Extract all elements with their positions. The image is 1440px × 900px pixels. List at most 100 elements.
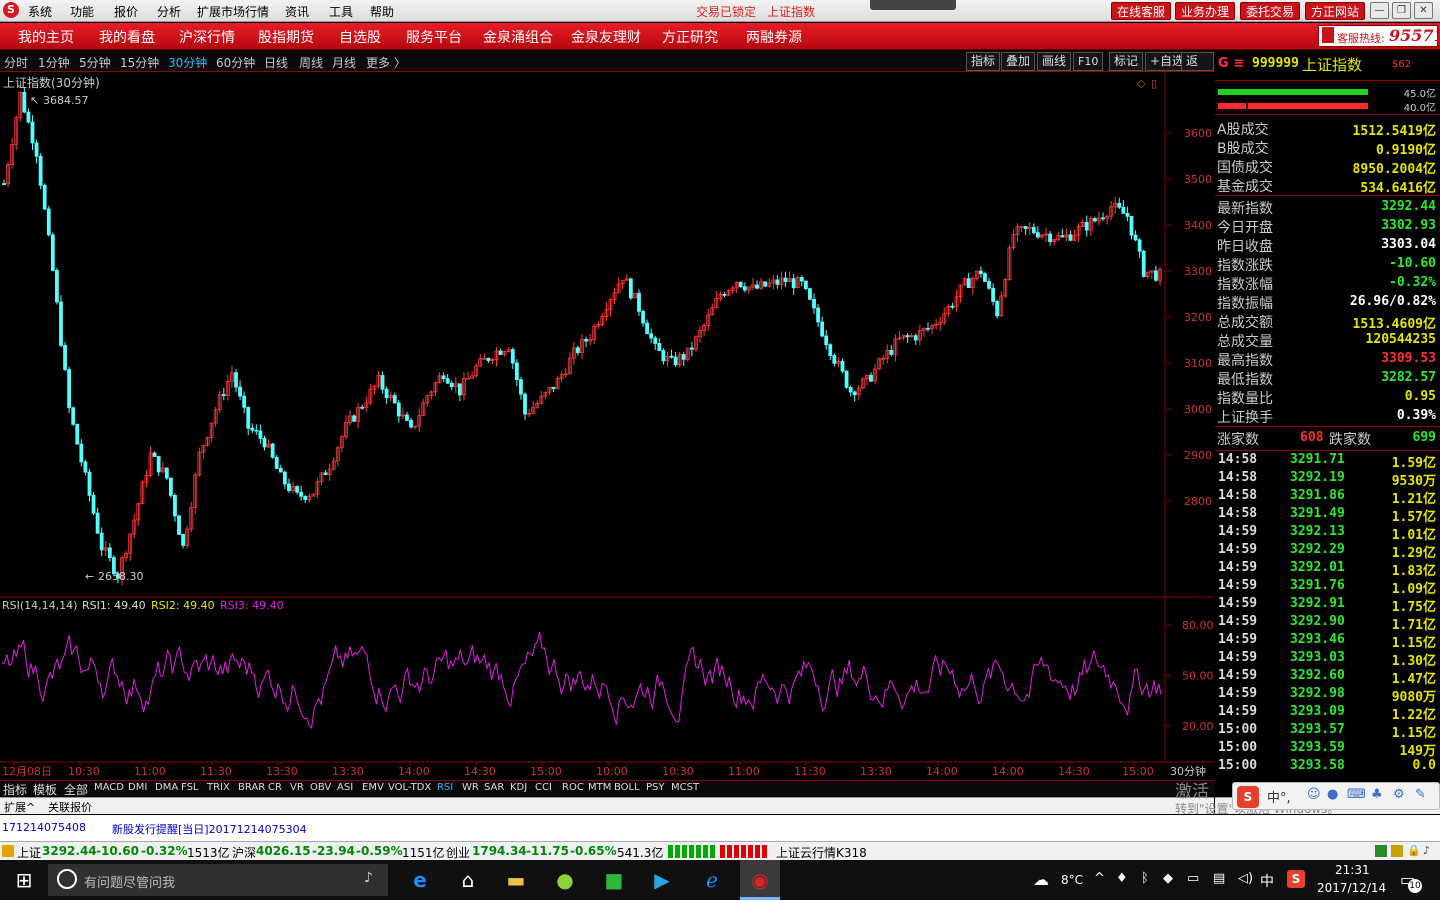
windows-start-icon[interactable]: ⊞ (4, 866, 44, 894)
related-quote-button[interactable]: 关联报价 (48, 799, 92, 815)
tool-mark-button[interactable]: 标记 (1109, 52, 1144, 71)
tf-daily[interactable]: 日线 (264, 54, 288, 71)
stock-app-icon[interactable]: ◉ (740, 860, 780, 900)
tf-weekly[interactable]: 周线 (299, 54, 323, 71)
indicator-tab-mtm[interactable]: MTM (588, 782, 611, 793)
online-service-button[interactable]: 在线客服 (1111, 2, 1172, 20)
indicator-tab-brar[interactable]: BRAR (238, 782, 265, 793)
indicator-tab-mcst[interactable]: MCST (671, 782, 699, 793)
indicator-tab-cci[interactable]: CCI (535, 782, 552, 793)
menu-quote[interactable]: 报价 (114, 3, 138, 20)
display-icon[interactable]: ▭ (1187, 871, 1199, 886)
tf-60min[interactable]: 60分钟 (216, 54, 255, 71)
cloud-quote-label[interactable]: 上证云行情K318 (776, 844, 867, 861)
indicator-tab-dma[interactable]: DMA (155, 782, 178, 793)
trade-lock-status[interactable]: 交易已锁定 (696, 3, 756, 20)
indicator-tab-wr[interactable]: WR (462, 782, 479, 793)
indicator-tab-模板[interactable]: 模板 (33, 781, 57, 798)
nav-my-view[interactable]: 我的看盘 (99, 27, 155, 47)
minimize-icon[interactable]: — (1370, 2, 1389, 19)
clock-date[interactable]: 2017/12/14 (1317, 881, 1386, 895)
trade-button[interactable]: 委托交易 (1240, 2, 1301, 20)
search-box[interactable]: 有问题尽管问我 ♪ (48, 864, 388, 896)
nav-margin[interactable]: 两融券源 (746, 27, 802, 47)
indicator-tab-asi[interactable]: ASI (337, 782, 353, 793)
app-ball-icon[interactable]: ● (545, 866, 585, 894)
toolbar-handle[interactable] (870, 0, 956, 10)
nav-research[interactable]: 方正研究 (662, 27, 718, 47)
restore-icon[interactable]: ❐ (1392, 2, 1411, 19)
indicator-tab-sar[interactable]: SAR (484, 782, 504, 793)
ime-toolbar[interactable]: S 中°, ☺ ● ⌨ ♣ ⚙ ✎ (1232, 782, 1440, 810)
indicator-tab-emv[interactable]: EMV (362, 782, 384, 793)
tools-icon[interactable]: ✎ (1415, 787, 1426, 802)
network-icon[interactable]: ▤ (1213, 871, 1225, 886)
folder-icon[interactable]: ▬ (496, 866, 536, 894)
nav-shsz-market[interactable]: 沪深行情 (179, 27, 235, 47)
tf-more[interactable]: 更多 〉 (366, 54, 406, 71)
nav-service-platform[interactable]: 服务平台 (406, 27, 462, 47)
indicator-tab-kdj[interactable]: KDJ (510, 782, 527, 793)
clock-time[interactable]: 21:31 (1335, 863, 1370, 877)
nav-portfolio[interactable]: 金泉涌组合 (483, 27, 553, 47)
news-id[interactable]: 171214075408 (2, 821, 86, 834)
indicator-tab-psy[interactable]: PSY (646, 782, 665, 793)
tf-1min[interactable]: 1分钟 (38, 54, 70, 71)
indicator-tab-roc[interactable]: ROC (562, 782, 584, 793)
ie-icon[interactable]: ℯ (692, 866, 732, 894)
news-headline[interactable]: 新股发行提醒[当日]20171214075304 (112, 821, 307, 837)
tool-indicator-button[interactable]: 指标 (966, 52, 1001, 71)
tf-30min[interactable]: 30分钟 (168, 54, 207, 71)
chart-diamond-icon[interactable]: ◇ (1137, 77, 1146, 90)
settings-icon[interactable]: ⚙ (1393, 787, 1405, 802)
nav-watchlist[interactable]: 自选股 (339, 27, 381, 47)
status-icon-2[interactable] (1391, 845, 1403, 857)
app-tray-icon[interactable]: ◆ (1163, 871, 1173, 886)
indicator-tab-vol-tdx[interactable]: VOL-TDX (388, 782, 431, 793)
store-icon[interactable]: ⌂ (448, 866, 488, 894)
emoji-icon[interactable]: ☺ (1307, 787, 1321, 802)
tf-intraday[interactable]: 分时 (4, 54, 28, 71)
weather-icon[interactable]: ☁ (1033, 870, 1049, 889)
ime-indicator[interactable]: 中 (1260, 871, 1274, 891)
business-button[interactable]: 业务办理 (1175, 2, 1236, 20)
ime-mode-icon[interactable]: 中°, (1267, 787, 1291, 806)
weather-temp[interactable]: 8°C (1061, 873, 1083, 887)
sound-icon[interactable]: ♪ (1423, 844, 1430, 857)
indicator-tab-macd[interactable]: MACD (94, 782, 124, 793)
indicator-tab-指标[interactable]: 指标 (3, 781, 27, 798)
menu-system[interactable]: 系统 (28, 3, 52, 20)
volume-icon[interactable]: ◁) (1238, 871, 1253, 886)
website-button[interactable]: 方正网站 (1305, 2, 1366, 20)
hotline-banner[interactable]: 客服热线: 95571 (1318, 25, 1440, 47)
index-icon[interactable] (2, 845, 14, 857)
indicator-tab-dmi[interactable]: DMI (128, 782, 147, 793)
cy-name[interactable]: 创业 (446, 844, 470, 861)
tool-draw-button[interactable]: 画线 (1037, 52, 1072, 71)
menu-extended-market[interactable]: 扩展市场行情 (197, 3, 269, 20)
tf-monthly[interactable]: 月线 (332, 54, 356, 71)
tool-f10-button[interactable]: F10 (1073, 52, 1104, 71)
tool-back-button[interactable]: 返回 (1181, 52, 1214, 85)
sogou-tray-icon[interactable]: S (1287, 870, 1305, 888)
indicator-tab-boll[interactable]: BOLL (614, 782, 640, 793)
skin-icon[interactable]: ♣ (1371, 787, 1383, 802)
close-icon[interactable]: ✕ (1414, 2, 1433, 19)
indicator-tab-fsl[interactable]: FSL (181, 782, 199, 793)
indicator-tab-vr[interactable]: VR (290, 782, 304, 793)
status-icon-1[interactable] (1375, 845, 1387, 857)
chart-square-icon[interactable]: ▯ (1151, 77, 1157, 90)
indicator-tab-trix[interactable]: TRIX (207, 782, 230, 793)
video-player-icon[interactable]: ▶ (642, 866, 682, 894)
menu-function[interactable]: 功能 (70, 3, 94, 20)
indicator-tab-rsi[interactable]: RSI (437, 782, 453, 793)
menu-tools[interactable]: 工具 (329, 3, 353, 20)
indicator-tab-obv[interactable]: OBV (310, 782, 331, 793)
tf-5min[interactable]: 5分钟 (79, 54, 111, 71)
indicator-tab-cr[interactable]: CR (268, 782, 282, 793)
mic-icon[interactable]: ♪ (364, 870, 373, 886)
code-prefix[interactable]: G ≡ (1218, 56, 1244, 71)
tf-15min[interactable]: 15分钟 (120, 54, 159, 71)
tool-overlay-button[interactable]: 叠加 (1001, 52, 1036, 71)
tray-up-icon[interactable]: ^ (1094, 871, 1105, 886)
